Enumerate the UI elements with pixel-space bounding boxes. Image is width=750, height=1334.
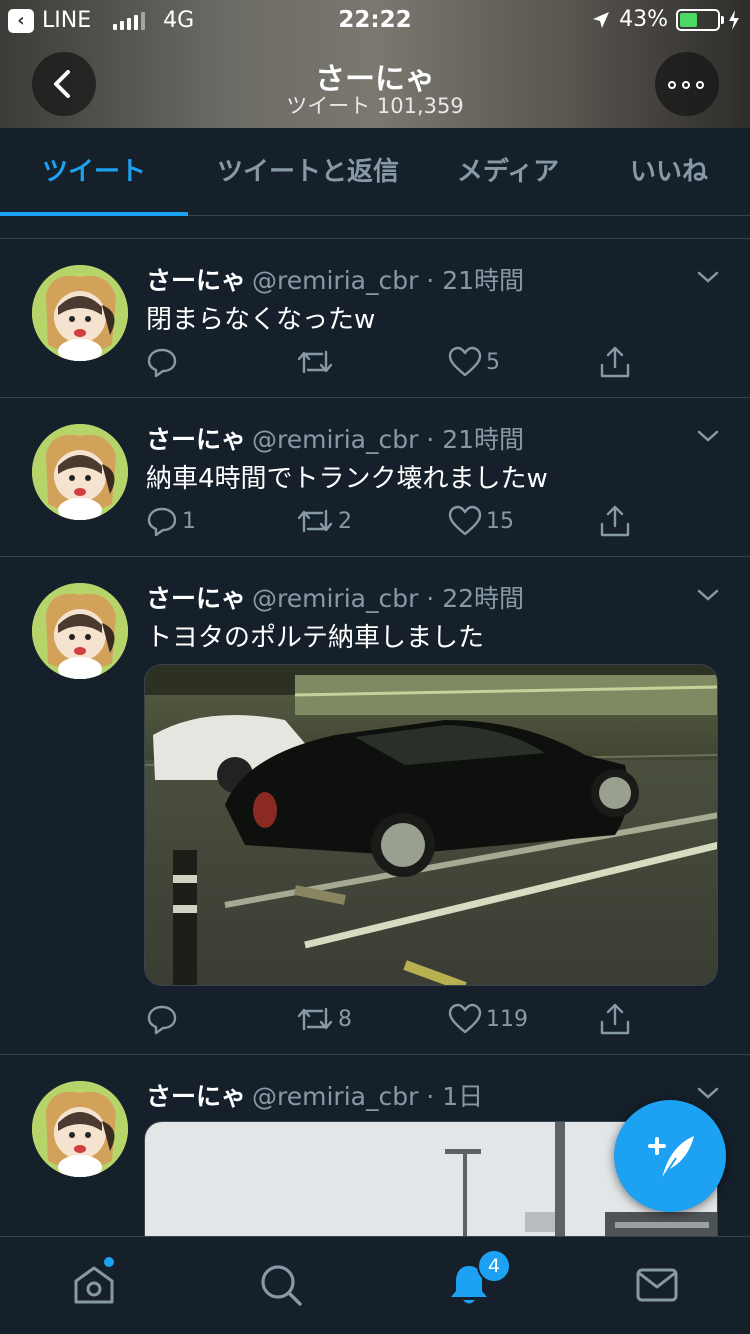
author-name[interactable]: さーにゃ (146, 266, 246, 295)
like-count: 5 (486, 349, 500, 375)
search-icon[interactable] (259, 1263, 303, 1307)
messages-envelope-icon[interactable] (635, 1263, 679, 1307)
status-bar: ‹ LINE 4G 22:22 43% (0, 0, 750, 40)
active-tab-indicator (0, 212, 188, 216)
tweet-count: ツイート 101,359 (286, 94, 464, 118)
retweet-icon (297, 509, 333, 533)
avatar[interactable] (32, 265, 128, 361)
retweet-button[interactable] (296, 342, 338, 382)
avatar-image (32, 1081, 128, 1177)
author-name[interactable]: さーにゃ (146, 584, 246, 613)
retweet-button[interactable]: 2 (296, 501, 352, 541)
like-button[interactable]: 119 (448, 999, 528, 1039)
like-button[interactable]: 15 (448, 501, 514, 541)
tweet[interactable]: さーにゃ @remiria_cbr · 21時間 閉まらなくなったw 5 (0, 239, 750, 398)
reply-count: 1 (182, 508, 196, 534)
new-content-dot (104, 1257, 114, 1267)
share-button[interactable] (598, 999, 632, 1039)
tweet-text: 閉まらなくなったw (146, 305, 376, 335)
notifications-badge: 4 (477, 1249, 511, 1283)
battery-percent: 43% (619, 7, 668, 32)
author-name[interactable]: さーにゃ (146, 1082, 246, 1111)
car-photo-image (145, 665, 717, 985)
reply-icon (147, 348, 177, 378)
avatar-image (32, 424, 128, 520)
heart-icon (448, 505, 482, 536)
retweet-button[interactable]: 8 (296, 999, 352, 1039)
tweet-actions: 8 119 (146, 999, 646, 1039)
avatar[interactable] (32, 1081, 128, 1177)
tab-likes[interactable]: いいね (588, 128, 750, 216)
tweet[interactable]: さーにゃ @remiria_cbr · 21時間 納車4時間でトランク壊れましたw… (0, 398, 750, 557)
author-name[interactable]: さーにゃ (146, 425, 246, 454)
share-icon (600, 505, 630, 537)
more-options-button[interactable] (655, 52, 719, 116)
like-count: 15 (486, 508, 514, 534)
tweet-photo[interactable] (144, 664, 718, 986)
reply-icon (147, 507, 177, 537)
author-handle-time: @remiria_cbr · 21時間 (252, 425, 525, 454)
reply-icon (147, 1005, 177, 1035)
heart-icon (448, 1003, 482, 1034)
tweet-header: さーにゃ @remiria_cbr · 21時間 (146, 420, 524, 456)
chevron-down-icon[interactable] (696, 424, 720, 448)
tweet[interactable]: さーにゃ @remiria_cbr · 22時間 トヨタのポルテ納車しました 8… (0, 557, 750, 1055)
profile-tabs: ツイート ツイートと返信 メディア いいね (0, 128, 750, 216)
like-count: 119 (486, 1006, 528, 1032)
more-dot-icon (682, 81, 690, 89)
avatar[interactable] (32, 424, 128, 520)
reply-button[interactable]: 1 (146, 501, 196, 541)
tweet-header: さーにゃ @remiria_cbr · 21時間 (146, 261, 524, 297)
charging-bolt-icon (729, 9, 739, 30)
tweet-header: さーにゃ @remiria_cbr · 1日 (146, 1077, 483, 1113)
author-handle-time: @remiria_cbr · 22時間 (252, 584, 525, 613)
more-dot-icon (696, 81, 704, 89)
tab-media[interactable]: メディア (428, 128, 588, 216)
avatar-image (32, 265, 128, 361)
share-icon (600, 346, 630, 378)
retweet-icon (297, 350, 333, 374)
share-button[interactable] (598, 342, 632, 382)
compose-feather-icon (648, 1136, 694, 1183)
reply-button[interactable] (146, 342, 182, 382)
avatar[interactable] (32, 583, 128, 679)
status-bar-right: 43% (591, 7, 740, 32)
tab-tweets[interactable]: ツイート (0, 128, 188, 216)
chevron-down-icon[interactable] (696, 265, 720, 289)
author-handle-time: @remiria_cbr · 21時間 (252, 266, 525, 295)
tweet-text: 納車4時間でトランク壊れましたw (146, 464, 548, 494)
avatar-image (32, 583, 128, 679)
home-icon[interactable] (72, 1263, 116, 1307)
share-icon (600, 1003, 630, 1035)
heart-icon (448, 346, 482, 377)
retweet-count: 8 (338, 1006, 352, 1032)
tab-tweets-and-replies[interactable]: ツイートと返信 (188, 128, 428, 216)
tweet-actions: 5 (146, 342, 646, 382)
battery-icon (676, 8, 724, 31)
tweet-header: さーにゃ @remiria_cbr · 22時間 (146, 579, 524, 615)
location-arrow-icon (593, 11, 610, 28)
tweet-text: トヨタのポルテ納車しました (146, 623, 485, 653)
reply-button[interactable] (146, 999, 182, 1039)
bottom-tab-bar: 4 (0, 1236, 750, 1334)
share-button[interactable] (598, 501, 632, 541)
author-handle-time: @remiria_cbr · 1日 (252, 1082, 484, 1111)
tweet-actions: 1 2 15 (146, 501, 646, 541)
like-button[interactable]: 5 (448, 342, 500, 382)
more-dot-icon (668, 81, 676, 89)
compose-tweet-button[interactable] (614, 1100, 726, 1212)
chevron-down-icon[interactable] (696, 583, 720, 607)
retweet-icon (297, 1007, 333, 1031)
profile-header: ‹ LINE 4G 22:22 43% さーにゃ ツイート 101,359 (0, 0, 750, 128)
retweet-count: 2 (338, 508, 352, 534)
